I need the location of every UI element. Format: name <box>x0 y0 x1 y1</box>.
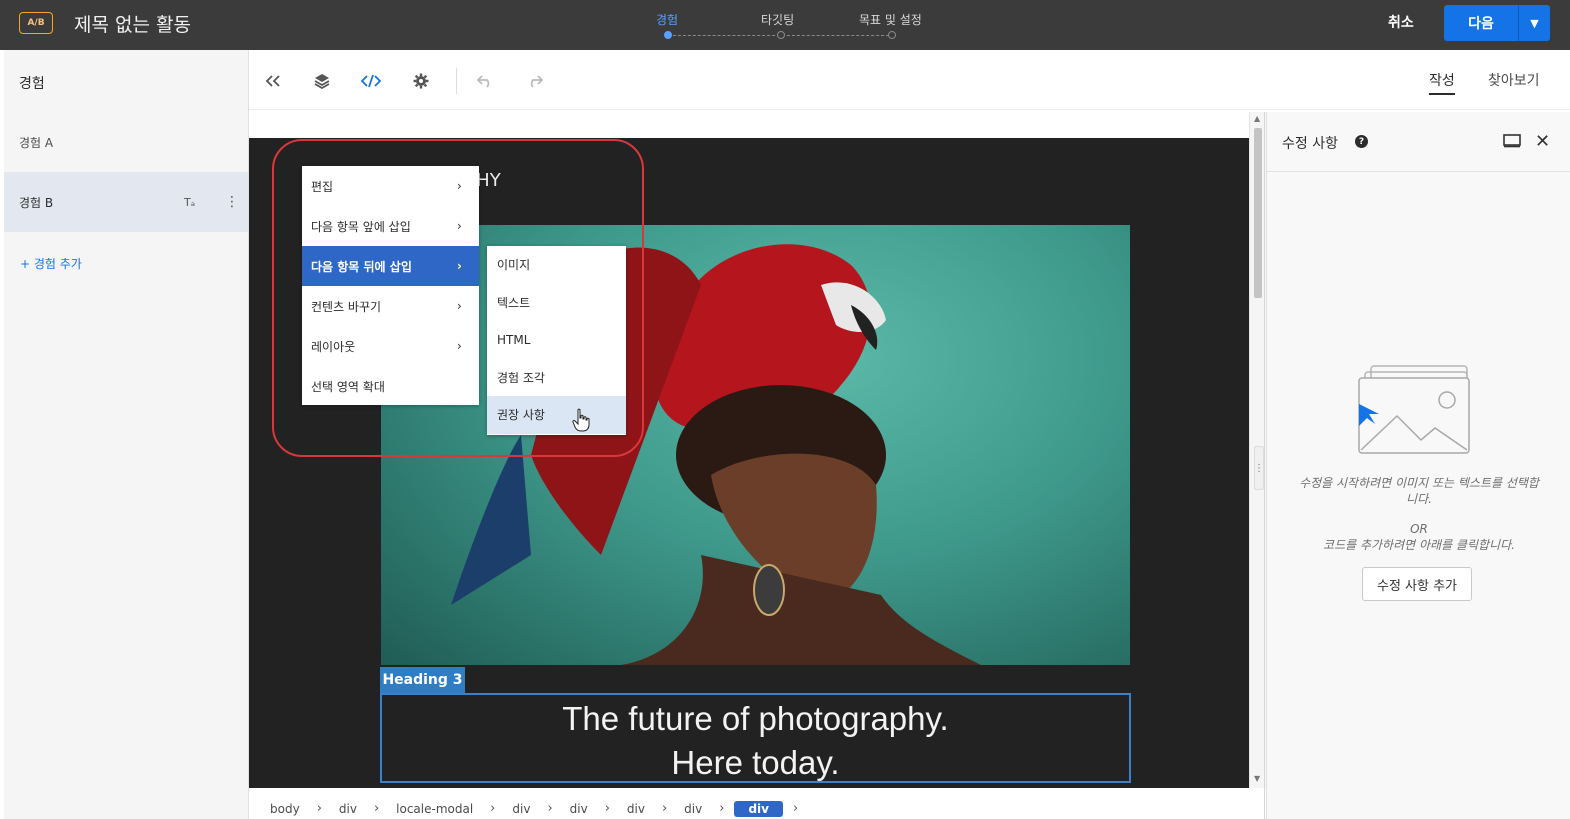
menu-item-label: 편집 <box>311 179 334 194</box>
sidebar-item-experience-b[interactable]: 경험 B Tₐ ⋮ <box>4 172 248 232</box>
toolbar-divider <box>456 68 457 94</box>
hand-cursor-icon <box>572 408 590 432</box>
chevron-right-icon: › <box>490 801 496 816</box>
add-experience-link[interactable]: + 경험 추가 <box>20 255 82 272</box>
activity-title[interactable]: 제목 없는 활동 <box>74 10 191 37</box>
panel-border <box>1264 112 1265 819</box>
chevron-right-icon: › <box>457 299 462 313</box>
panel-header: 수정 사항 ? ✕ <box>1267 112 1570 172</box>
panel-title: 수정 사항 <box>1282 136 1338 152</box>
menu-item-layout[interactable]: 레이아웃 › <box>302 326 479 366</box>
menu-item-expand-selection[interactable]: 선택 영역 확대 <box>302 366 479 406</box>
code-icon[interactable] <box>361 71 381 91</box>
more-vertical-icon[interactable]: ⋮ <box>225 194 239 210</box>
chevron-down-icon[interactable]: ▼ <box>1519 5 1550 41</box>
submenu-item-experience-fragment[interactable]: 경험 조각 <box>487 359 626 397</box>
heading-line-2: Here today. <box>671 744 840 781</box>
ab-activity-badge: A/B <box>19 12 53 34</box>
help-icon[interactable]: ? <box>1355 135 1368 148</box>
menu-item-label: 다음 항목 뒤에 삽입 <box>311 259 412 274</box>
breadcrumb-item[interactable]: locale-modal <box>389 801 480 817</box>
heading-line-1: The future of photography. <box>562 700 949 737</box>
sidebar-item-experience-a[interactable]: 경험 A <box>4 112 248 172</box>
insert-after-submenu: 이미지 텍스트 HTML 경험 조각 권장 사항 <box>487 246 626 435</box>
empty-state-line-2: 코드를 추가하려면 아래를 클릭합니다. <box>1323 538 1515 552</box>
menu-item-insert-after[interactable]: 다음 항목 뒤에 삽입 › <box>302 246 479 286</box>
step-goals-settings[interactable]: 목표 및 설정 <box>859 11 922 28</box>
collapse-left-icon[interactable] <box>263 71 283 91</box>
scroll-thumb[interactable] <box>1254 128 1262 298</box>
submenu-item-image[interactable]: 이미지 <box>487 246 626 284</box>
breadcrumb-item[interactable]: div <box>677 801 709 817</box>
breadcrumb-item[interactable]: body <box>263 801 307 817</box>
chevron-right-icon: › <box>457 179 462 193</box>
scroll-up-icon[interactable]: ▲ <box>1254 114 1260 123</box>
device-preview-icon[interactable] <box>1503 134 1521 152</box>
step-dot-goals <box>888 31 896 39</box>
chevron-right-icon: › <box>457 339 462 353</box>
sidebar-item-label: 경험 A <box>19 135 54 150</box>
step-navigation: 경험 타깃팅 목표 및 설정 <box>620 8 960 44</box>
cancel-button[interactable]: 취소 <box>1388 12 1414 32</box>
scroll-down-icon[interactable]: ▼ <box>1254 774 1260 783</box>
chevron-right-icon: › <box>792 801 799 816</box>
undo-icon[interactable] <box>475 71 495 91</box>
breadcrumb-item[interactable]: div <box>620 801 652 817</box>
submenu-item-text[interactable]: 텍스트 <box>487 284 626 322</box>
editor-toolbar: 작성 찾아보기 <box>249 50 1570 110</box>
menu-item-label: 컨텐츠 바꾸기 <box>311 299 382 314</box>
submenu-item-recommendations[interactable]: 권장 사항 <box>487 396 626 434</box>
step-dot-experience <box>664 31 672 39</box>
close-icon[interactable]: ✕ <box>1535 131 1550 152</box>
layers-icon[interactable] <box>312 71 332 91</box>
tab-compose[interactable]: 작성 <box>1429 70 1455 95</box>
chevron-right-icon: › <box>457 259 462 273</box>
breadcrumb-item[interactable]: div <box>563 801 595 817</box>
add-modification-button[interactable]: 수정 사항 추가 <box>1362 567 1472 601</box>
chevron-right-icon: › <box>457 219 462 233</box>
settings-icon[interactable] <box>411 71 431 91</box>
top-bar: A/B 제목 없는 활동 경험 타깃팅 목표 및 설정 취소 다음 ▼ <box>0 0 1570 50</box>
selected-heading-element[interactable]: The future of photography. Here today. <box>380 693 1131 783</box>
empty-state-image-icon <box>1358 365 1470 454</box>
menu-item-label: 다음 항목 앞에 삽입 <box>311 219 411 234</box>
context-menu: 편집 › 다음 항목 앞에 삽입 › 다음 항목 뒤에 삽입 › 컨텐츠 바꾸기 › 레… <box>302 166 479 405</box>
menu-item-label: 레이아웃 <box>311 339 356 354</box>
breadcrumb-item[interactable]: div <box>332 801 364 817</box>
step-experience[interactable]: 경험 <box>656 11 678 28</box>
chevron-right-icon: › <box>719 801 725 816</box>
chevron-right-icon: › <box>661 801 668 816</box>
menu-item-label: 선택 영역 확대 <box>311 379 385 394</box>
menu-item-replace-content[interactable]: 컨텐츠 바꾸기 › <box>302 286 479 326</box>
modifications-panel: 수정 사항 ? ✕ 수정을 시작하려면 이미지 또는 텍스트를 선택합니다. O… <box>1266 112 1570 819</box>
chevron-right-icon: › <box>316 801 322 816</box>
step-targeting[interactable]: 타깃팅 <box>761 11 794 28</box>
breadcrumb-item-selected[interactable]: div <box>734 800 783 817</box>
redo-icon[interactable] <box>525 71 545 91</box>
empty-state-line-1: 수정을 시작하려면 이미지 또는 텍스트를 선택합니다. <box>1299 476 1539 506</box>
submenu-item-html[interactable]: HTML <box>487 321 626 359</box>
next-button[interactable]: 다음 <box>1444 5 1519 41</box>
breadcrumb-item[interactable]: div <box>505 801 537 817</box>
element-type-tag: Heading 3 <box>380 667 465 693</box>
sidebar-item-label: 경험 B <box>19 195 54 210</box>
panel-resize-handle[interactable]: ⋮ <box>1254 446 1264 490</box>
step-dot-targeting <box>777 31 785 39</box>
empty-state-or: OR <box>1410 522 1428 536</box>
chevron-right-icon: › <box>604 801 610 816</box>
menu-item-insert-before[interactable]: 다음 항목 앞에 삽입 › <box>302 206 479 246</box>
dom-breadcrumb: body › div › locale-modal › div › div › div › … <box>249 798 1249 819</box>
chevron-right-icon: › <box>373 801 380 816</box>
tab-browse[interactable]: 찾아보기 <box>1488 70 1540 90</box>
menu-item-edit[interactable]: 편집 › <box>302 166 479 206</box>
experience-sidebar: 경험 경험 A 경험 B Tₐ ⋮ + 경험 추가 <box>4 50 249 819</box>
sidebar-heading: 경험 <box>19 76 45 92</box>
next-button-group: 다음 ▼ <box>1444 5 1550 41</box>
chevron-right-icon: › <box>547 801 553 816</box>
text-rename-icon[interactable]: Tₐ <box>184 196 195 209</box>
empty-state-text: 수정을 시작하려면 이미지 또는 텍스트를 선택합니다. OR 코드를 추가하려… <box>1297 475 1541 553</box>
